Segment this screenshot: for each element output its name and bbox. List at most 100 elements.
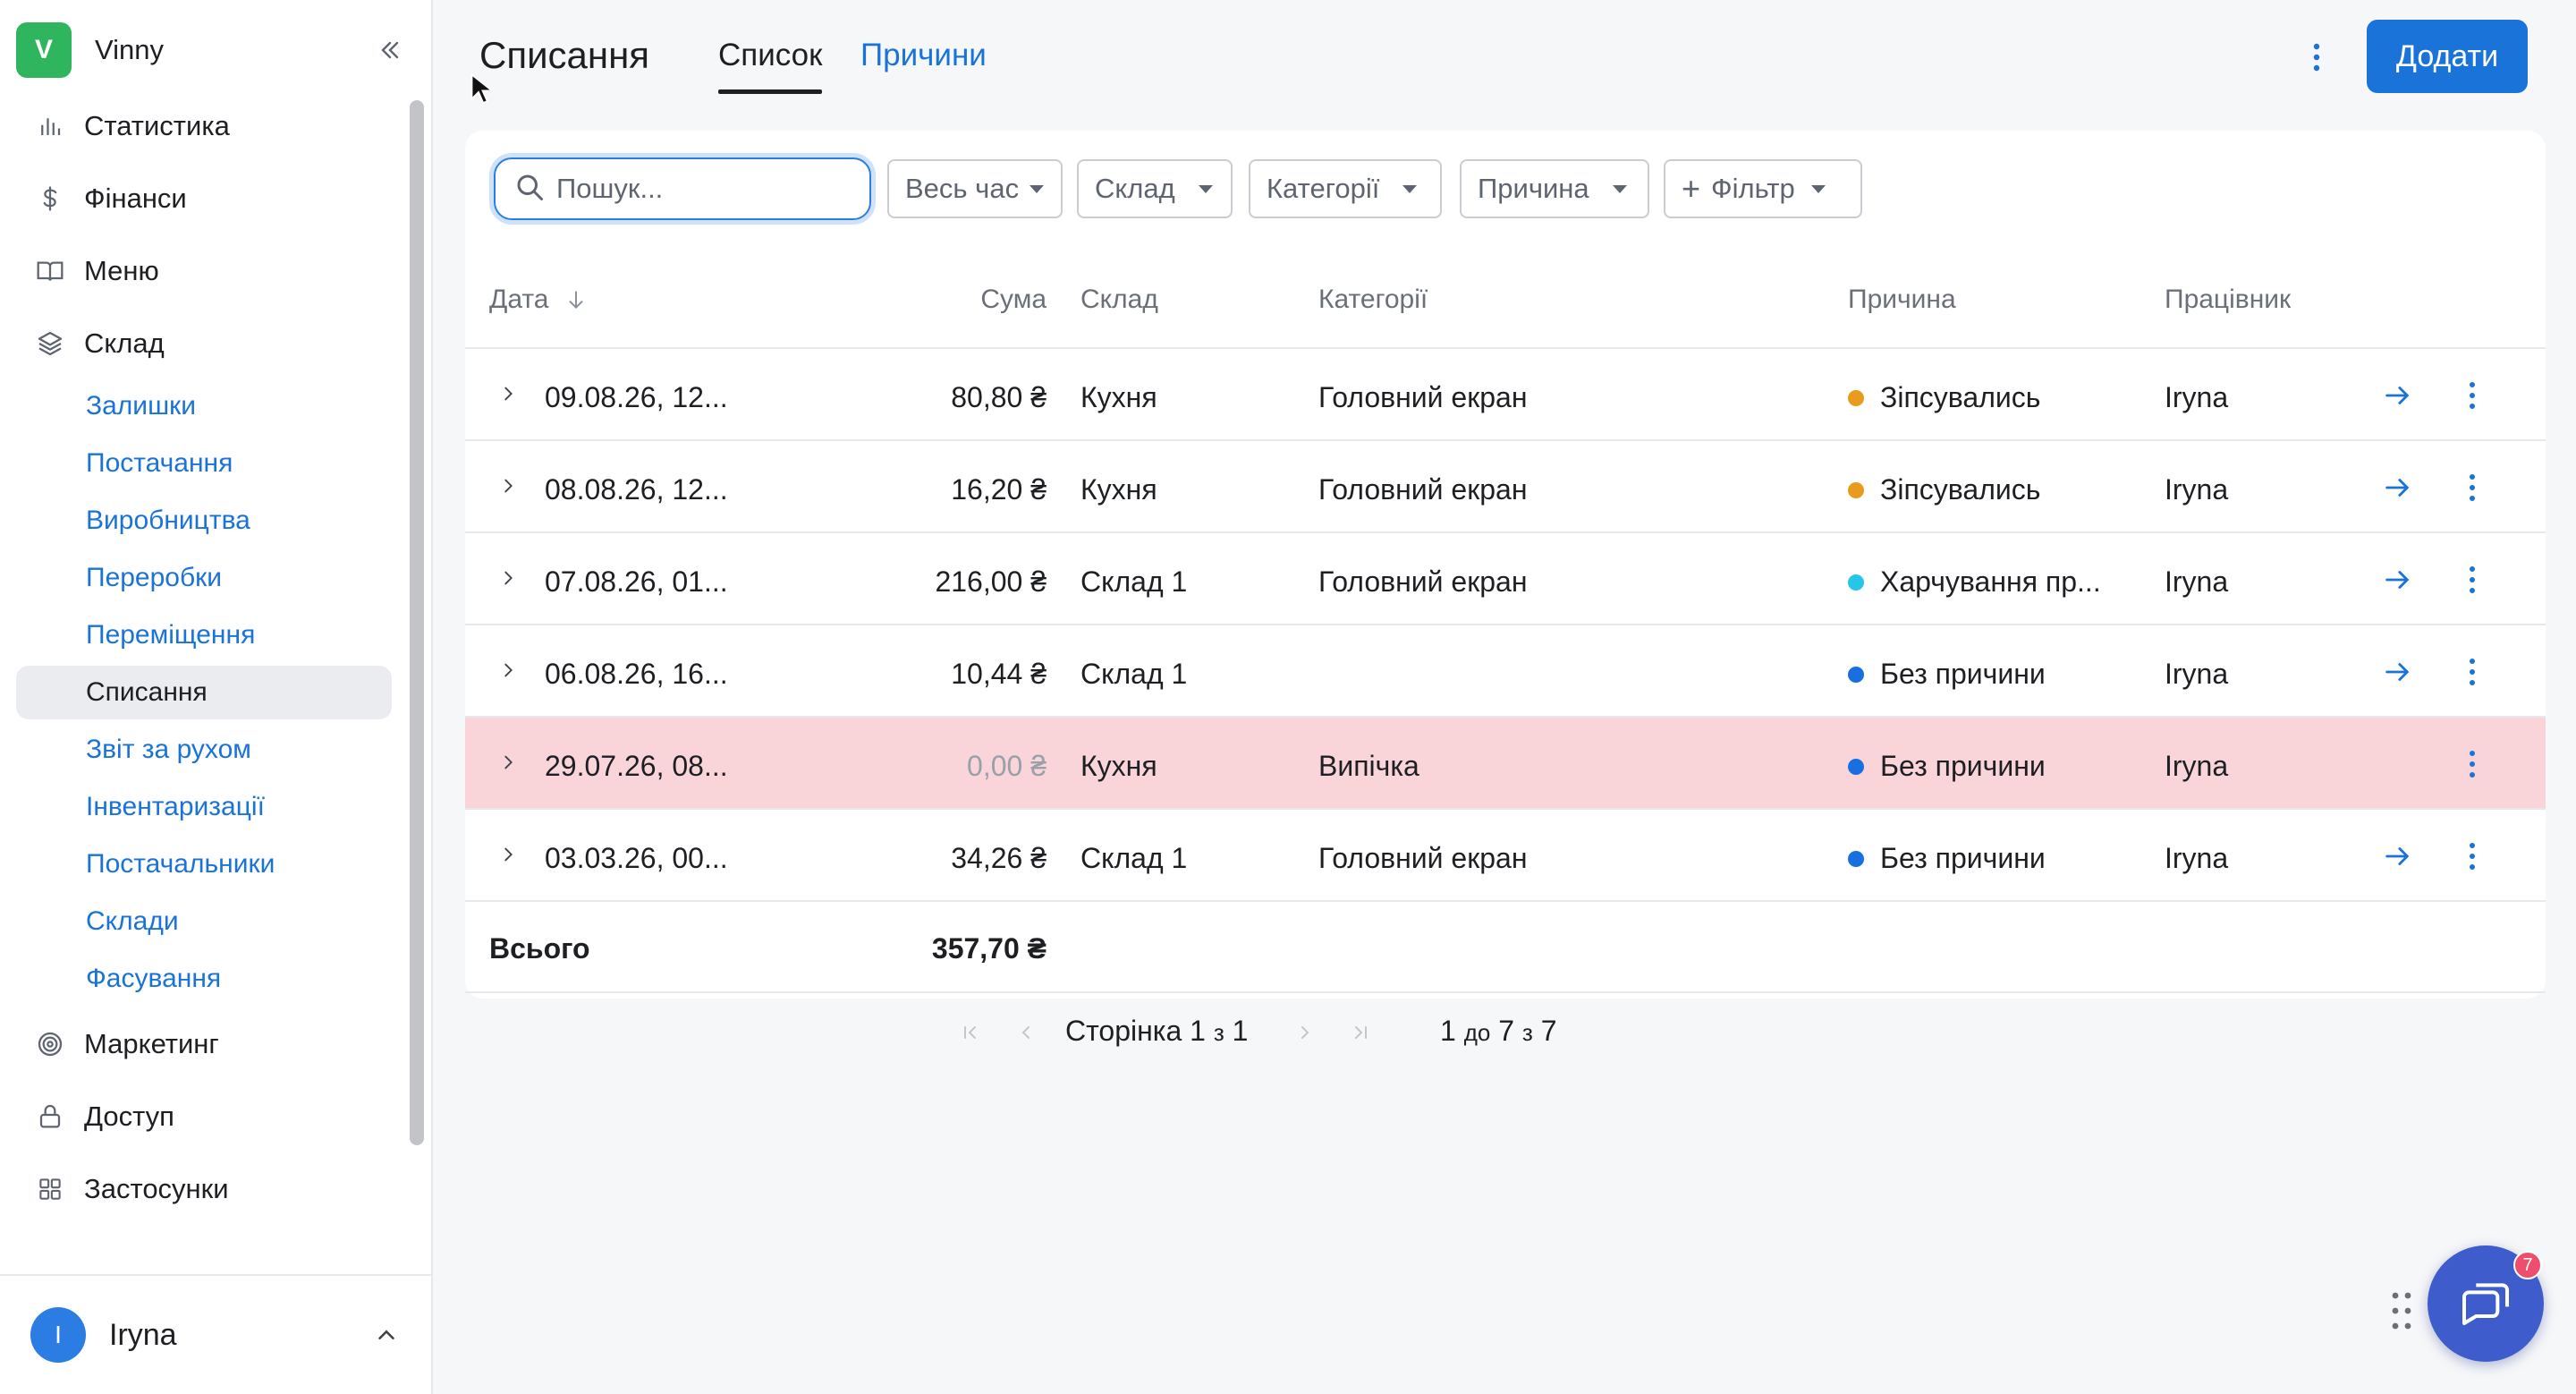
row-range: 1 до 7 з 7 bbox=[1440, 1015, 1557, 1048]
of-word: з bbox=[1213, 1019, 1224, 1046]
chevron-right-icon[interactable] bbox=[492, 378, 524, 410]
sidebar-subitem-supplies[interactable]: Постачання bbox=[16, 437, 392, 490]
table-row[interactable]: 08.08.26, 12... 16,20 ₴ Кухня Головний екра… bbox=[465, 439, 2546, 531]
categories-filter[interactable]: Категорії bbox=[1249, 159, 1442, 218]
sidebar-scrollbar[interactable] bbox=[410, 100, 424, 1145]
column-header-warehouse[interactable]: Склад bbox=[1080, 285, 1158, 315]
table-row[interactable]: 09.08.26, 12... 80,80 ₴ Кухня Головний екра… bbox=[465, 347, 2546, 439]
sidebar-subitem-inventory[interactable]: Інвентаризації bbox=[16, 780, 392, 834]
cell-reason: Зіпсувались bbox=[1880, 473, 2041, 506]
sidebar-item-menu[interactable]: Меню bbox=[16, 243, 392, 299]
sidebar-item-finance[interactable]: Фінанси bbox=[16, 171, 392, 226]
sidebar-subitem-writeoffs[interactable]: Списання bbox=[16, 666, 392, 719]
row-more-icon[interactable] bbox=[2454, 744, 2490, 784]
sidebar-subitem-packaging[interactable]: Фасування bbox=[16, 952, 392, 1006]
tab-list[interactable]: Список bbox=[718, 38, 823, 94]
arrow-right-icon[interactable] bbox=[2379, 838, 2415, 874]
chat-icon bbox=[2457, 1273, 2514, 1335]
sidebar-item-warehouse[interactable]: Склад bbox=[16, 316, 392, 371]
cell-sum: 0,00 ₴ bbox=[967, 750, 1046, 782]
prev-page-icon[interactable] bbox=[1006, 1013, 1046, 1052]
column-header-categories[interactable]: Категорії bbox=[1318, 285, 1428, 315]
row-more-icon[interactable] bbox=[2454, 560, 2490, 599]
filter-label: Причина bbox=[1478, 173, 1589, 204]
sidebar-subitem-transfers[interactable]: Переміщення bbox=[16, 608, 392, 662]
sidebar-item-label: Статистика bbox=[84, 110, 230, 141]
table-row[interactable]: 03.03.26, 00... 34,26 ₴ Склад 1 Головний ек… bbox=[465, 808, 2546, 900]
sidebar-subitem-warehouses[interactable]: Склади bbox=[16, 895, 392, 948]
writeoffs-card: Весь час Склад Категорії Причина + Фільтр… bbox=[465, 131, 2546, 1047]
sort-down-icon[interactable] bbox=[564, 288, 588, 311]
sidebar-subitem-suppliers[interactable]: Постачальники bbox=[16, 837, 392, 891]
sidebar-subitem-production[interactable]: Виробництва bbox=[16, 494, 392, 548]
page-title: Списання bbox=[479, 34, 650, 76]
sidebar-subitem-stock[interactable]: Залишки bbox=[16, 379, 392, 433]
total-label: Всього bbox=[489, 932, 590, 965]
range-from: 1 bbox=[1440, 1015, 1456, 1047]
column-header-date[interactable]: Дата bbox=[489, 285, 588, 315]
table-row[interactable]: 06.08.26, 16... 10,44 ₴ Склад 1 Без причини… bbox=[465, 624, 2546, 716]
chevron-right-icon[interactable] bbox=[492, 746, 524, 778]
collapse-sidebar-icon[interactable] bbox=[370, 30, 410, 70]
cell-employee: Iryna bbox=[2165, 750, 2229, 782]
row-more-icon[interactable] bbox=[2454, 376, 2490, 415]
total-sum: 357,70 ₴ bbox=[931, 932, 1046, 965]
current-page: 1 bbox=[1190, 1015, 1206, 1047]
cell-reason: Зіпсувались bbox=[1880, 381, 2041, 413]
add-filter-button[interactable]: + Фільтр bbox=[1664, 159, 1862, 218]
sidebar-subitem-processing[interactable]: Переробки bbox=[16, 551, 392, 605]
chevron-right-icon[interactable] bbox=[492, 470, 524, 502]
period-filter[interactable]: Весь час bbox=[887, 159, 1063, 218]
search-input[interactable] bbox=[556, 173, 860, 205]
arrow-right-icon[interactable] bbox=[2379, 378, 2415, 413]
drag-handle-icon[interactable] bbox=[2388, 1288, 2415, 1333]
first-page-icon[interactable] bbox=[951, 1013, 990, 1052]
row-more-icon[interactable] bbox=[2454, 652, 2490, 692]
sidebar: V Vinny Статистика Фінанси Меню Склад За… bbox=[0, 0, 433, 1394]
chevron-right-icon[interactable] bbox=[492, 838, 524, 871]
cell-sum: 16,20 ₴ bbox=[951, 473, 1046, 506]
last-page-icon[interactable] bbox=[1341, 1013, 1380, 1052]
arrow-right-icon[interactable] bbox=[2379, 470, 2415, 506]
cell-categories: Головний екран bbox=[1318, 381, 1528, 413]
next-page-icon[interactable] bbox=[1285, 1013, 1325, 1052]
sidebar-item-marketing[interactable]: Маркетинг bbox=[16, 1016, 392, 1072]
arrow-right-icon[interactable] bbox=[2379, 562, 2415, 598]
column-header-employee[interactable]: Працівник bbox=[2165, 285, 2291, 315]
sidebar-item-label: Меню bbox=[84, 255, 159, 286]
warehouse-filter[interactable]: Склад bbox=[1077, 159, 1233, 218]
table-row[interactable]: 07.08.26, 01... 216,00 ₴ Склад 1 Головний е… bbox=[465, 531, 2546, 624]
sidebar-subitem-movement-report[interactable]: Звіт за рухом bbox=[16, 723, 392, 777]
column-header-reason[interactable]: Причина bbox=[1848, 285, 1956, 315]
sidebar-item-access[interactable]: Доступ bbox=[16, 1089, 392, 1144]
row-more-icon[interactable] bbox=[2454, 837, 2490, 876]
sidebar-item-apps[interactable]: Застосунки bbox=[16, 1161, 392, 1217]
tab-reasons[interactable]: Причини bbox=[860, 38, 987, 73]
cell-employee: Iryna bbox=[2165, 473, 2229, 506]
range-to: 7 bbox=[1498, 1015, 1515, 1047]
page-word: Сторінка bbox=[1065, 1015, 1182, 1047]
chevron-right-icon[interactable] bbox=[492, 654, 524, 686]
cell-reason: Без причини bbox=[1880, 750, 2046, 782]
add-button[interactable]: Додати bbox=[2367, 20, 2528, 93]
reason-color-dot bbox=[1848, 851, 1864, 867]
plus-icon: + bbox=[1682, 170, 1701, 207]
reason-filter[interactable]: Причина bbox=[1460, 159, 1649, 218]
sidebar-item-statistics[interactable]: Статистика bbox=[16, 98, 392, 154]
sidebar-header: V Vinny bbox=[16, 21, 410, 79]
user-menu[interactable]: I Iryna bbox=[0, 1274, 431, 1394]
sidebar-item-label: Фінанси bbox=[84, 183, 187, 214]
user-name: Iryna bbox=[109, 1317, 177, 1352]
table-row[interactable]: 29.07.26, 08... 0,00 ₴ Кухня Випічка Без при… bbox=[465, 716, 2546, 808]
reason-color-dot bbox=[1848, 390, 1864, 406]
column-header-sum[interactable]: Сума bbox=[957, 285, 1046, 315]
cell-warehouse: Склад 1 bbox=[1080, 842, 1188, 874]
row-more-icon[interactable] bbox=[2454, 468, 2490, 507]
more-options-icon[interactable] bbox=[2295, 36, 2338, 79]
avatar: I bbox=[30, 1307, 86, 1363]
sidebar-item-label: Склад bbox=[84, 327, 165, 359]
arrow-right-icon[interactable] bbox=[2379, 654, 2415, 690]
chevron-up-icon[interactable] bbox=[369, 1317, 404, 1353]
chevron-right-icon[interactable] bbox=[492, 562, 524, 594]
search-box[interactable] bbox=[494, 157, 871, 220]
